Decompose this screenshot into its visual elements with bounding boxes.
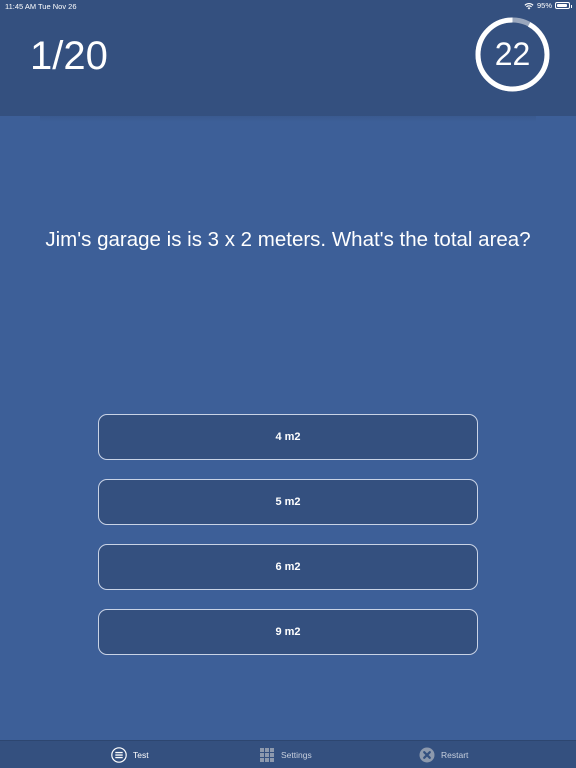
close-circle-icon bbox=[419, 747, 435, 763]
question-text: Jim's garage is is 3 x 2 meters. What's … bbox=[45, 228, 531, 251]
question-counter: 1/20 bbox=[30, 34, 108, 78]
battery-level bbox=[557, 4, 568, 7]
wifi-icon bbox=[524, 2, 534, 9]
status-time: 11:45 AM bbox=[5, 2, 37, 11]
quiz-screen: 1/20 22 11:45 AM Tue Nov 26 95% Jim's ga… bbox=[0, 0, 576, 768]
countdown-timer: 22 bbox=[474, 16, 551, 93]
status-bar: 11:45 AM Tue Nov 26 95% bbox=[0, 0, 576, 14]
answer-button[interactable]: 4 m2 bbox=[98, 414, 478, 460]
tab-restart[interactable]: Restart bbox=[419, 746, 468, 764]
timer-value: 22 bbox=[494, 36, 531, 72]
answer-button[interactable]: 9 m2 bbox=[98, 609, 478, 655]
list-icon bbox=[111, 747, 127, 763]
answer-button[interactable]: 6 m2 bbox=[98, 544, 478, 590]
status-right: 95% bbox=[524, 1, 572, 10]
tab-label: Settings bbox=[281, 750, 312, 760]
tab-settings[interactable]: Settings bbox=[259, 746, 312, 764]
tab-label: Test bbox=[133, 750, 149, 760]
answer-button[interactable]: 5 m2 bbox=[98, 479, 478, 525]
status-date: Tue Nov 26 bbox=[38, 2, 77, 11]
header-shadow bbox=[40, 116, 536, 122]
grid-icon bbox=[260, 748, 274, 762]
battery-icon bbox=[555, 2, 572, 9]
tab-bar: Test Settings Restart bbox=[0, 740, 576, 768]
tab-test[interactable]: Test bbox=[111, 746, 149, 764]
tab-label: Restart bbox=[441, 750, 469, 760]
battery-percent: 95% bbox=[536, 1, 552, 10]
header-bar: 1/20 22 bbox=[0, 0, 576, 116]
